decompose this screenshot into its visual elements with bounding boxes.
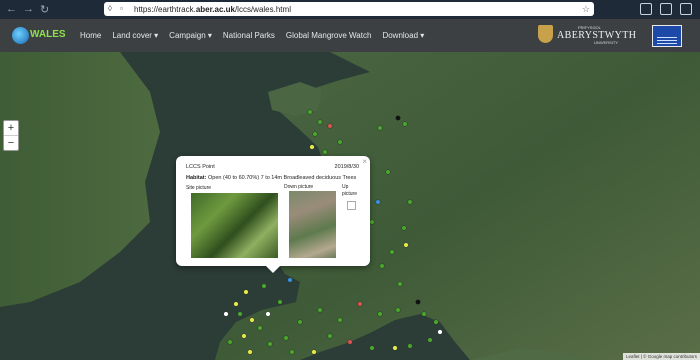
aberystwyth-logo[interactable]: PRIFYSGOL ABERYSTWYTH UNIVERSITY xyxy=(538,24,636,46)
survey-point[interactable] xyxy=(227,339,233,345)
survey-point[interactable] xyxy=(327,333,333,339)
lock-icon: ▫ xyxy=(120,4,123,13)
up-picture-label: Up picture xyxy=(342,184,358,197)
survey-point[interactable] xyxy=(317,307,323,313)
menu-land-cover[interactable]: Land cover ▾ xyxy=(112,31,158,40)
survey-point[interactable] xyxy=(233,301,239,307)
downloads-icon[interactable] xyxy=(660,3,672,15)
survey-point[interactable] xyxy=(297,319,303,325)
globe-icon xyxy=(12,27,29,44)
zoom-control: + − xyxy=(3,120,19,151)
reload-icon[interactable]: ↻ xyxy=(40,3,49,16)
survey-point[interactable] xyxy=(317,119,323,125)
menu-icon[interactable] xyxy=(680,3,692,15)
survey-point[interactable] xyxy=(241,333,247,339)
survey-point[interactable] xyxy=(389,249,395,255)
menu-national-parks[interactable]: National Parks xyxy=(223,31,275,40)
survey-point[interactable] xyxy=(403,242,409,248)
bookmark-star-icon[interactable]: ☆ xyxy=(582,4,590,15)
survey-point[interactable] xyxy=(402,121,408,127)
back-arrow-icon[interactable]: ← xyxy=(6,3,17,16)
zoom-in-button[interactable]: + xyxy=(4,121,18,136)
down-picture-label: Down picture xyxy=(284,184,314,190)
survey-point[interactable] xyxy=(327,123,333,129)
survey-point[interactable] xyxy=(312,131,318,137)
lccs-point-popup: × LCCS Point 2019/8/30 Habitat: Open (40… xyxy=(176,156,370,273)
habitat-text: Habitat: Open (40 to 60.70%) 7 to 14m Br… xyxy=(186,175,356,181)
map-attribution[interactable]: Leaflet | © Google map contributors xyxy=(622,353,700,360)
menu-home[interactable]: Home xyxy=(80,31,101,40)
pocket-icon[interactable] xyxy=(640,3,652,15)
forward-arrow-icon[interactable]: → xyxy=(23,3,34,16)
survey-point[interactable] xyxy=(369,219,375,225)
survey-point[interactable] xyxy=(385,169,391,175)
survey-point[interactable] xyxy=(307,109,313,115)
down-picture[interactable] xyxy=(289,191,336,258)
survey-point[interactable] xyxy=(243,289,249,295)
survey-point[interactable] xyxy=(375,199,381,205)
survey-point[interactable] xyxy=(311,349,317,355)
survey-point[interactable] xyxy=(407,199,413,205)
survey-point[interactable] xyxy=(397,281,403,287)
survey-point[interactable] xyxy=(289,349,295,355)
site-picture[interactable] xyxy=(191,193,278,258)
habitat-label: Habitat: xyxy=(186,175,207,181)
survey-point[interactable] xyxy=(369,345,375,351)
survey-point[interactable] xyxy=(395,307,401,313)
survey-point[interactable] xyxy=(357,301,363,307)
survey-point[interactable] xyxy=(322,149,328,155)
shield-icon: ◊ xyxy=(108,4,112,13)
survey-point[interactable] xyxy=(347,339,353,345)
survey-point[interactable] xyxy=(257,325,263,331)
close-icon[interactable]: × xyxy=(362,157,367,166)
survey-point[interactable] xyxy=(261,283,267,289)
survey-point[interactable] xyxy=(407,343,413,349)
up-picture[interactable] xyxy=(347,201,356,210)
site-picture-label: Site picture xyxy=(186,185,212,191)
university-sub: UNIVERSITY xyxy=(594,40,619,45)
zoom-out-button[interactable]: − xyxy=(4,136,18,150)
logo-text: WALES xyxy=(30,29,66,40)
survey-point[interactable] xyxy=(337,139,343,145)
survey-point[interactable] xyxy=(237,311,243,317)
habitat-value: Open (40 to 60.70%) 7 to 14m Broadleaved… xyxy=(206,175,357,181)
survey-point[interactable] xyxy=(392,345,398,351)
crest-icon xyxy=(538,25,553,43)
menu-campaign[interactable]: Campaign ▾ xyxy=(169,31,212,40)
survey-point[interactable] xyxy=(277,299,283,305)
survey-point[interactable] xyxy=(377,125,383,131)
survey-point[interactable] xyxy=(437,329,443,335)
living-wales-logo[interactable]: WALES xyxy=(12,27,66,44)
survey-point[interactable] xyxy=(247,349,253,355)
browser-toolbar: ← → ↻ ◊ ▫ https://earthtrack.aber.ac.uk/… xyxy=(0,0,700,19)
survey-point[interactable] xyxy=(267,341,273,347)
survey-point[interactable] xyxy=(249,317,255,323)
survey-point[interactable] xyxy=(287,277,293,283)
survey-point[interactable] xyxy=(427,337,433,343)
survey-point[interactable] xyxy=(433,319,439,325)
survey-point[interactable] xyxy=(309,144,315,150)
browser-nav: ← → ↻ xyxy=(6,3,49,16)
survey-point[interactable] xyxy=(395,115,401,121)
survey-point[interactable] xyxy=(283,335,289,341)
survey-point[interactable] xyxy=(379,263,385,269)
survey-point[interactable] xyxy=(421,311,427,317)
site-navbar: WALES Home Land cover ▾ Campaign ▾ Natio… xyxy=(0,19,700,52)
menu-global-mangrove-watch[interactable]: Global Mangrove Watch xyxy=(286,31,372,40)
main-menu: Home Land cover ▾ Campaign ▾ National Pa… xyxy=(80,19,424,52)
survey-point[interactable] xyxy=(377,311,383,317)
popup-date: 2019/8/30 xyxy=(334,164,359,170)
eu-funding-logo[interactable] xyxy=(652,25,682,47)
menu-download[interactable]: Download ▾ xyxy=(382,31,424,40)
survey-point[interactable] xyxy=(265,311,271,317)
address-bar[interactable]: ◊ ▫ https://earthtrack.aber.ac.uk/lccs/w… xyxy=(104,2,594,16)
survey-point[interactable] xyxy=(223,311,229,317)
survey-point[interactable] xyxy=(337,317,343,323)
survey-point[interactable] xyxy=(415,299,421,305)
url-text: https://earthtrack.aber.ac.uk/lccs/wales… xyxy=(134,4,291,14)
survey-point[interactable] xyxy=(401,225,407,231)
popup-title: LCCS Point xyxy=(186,164,215,170)
